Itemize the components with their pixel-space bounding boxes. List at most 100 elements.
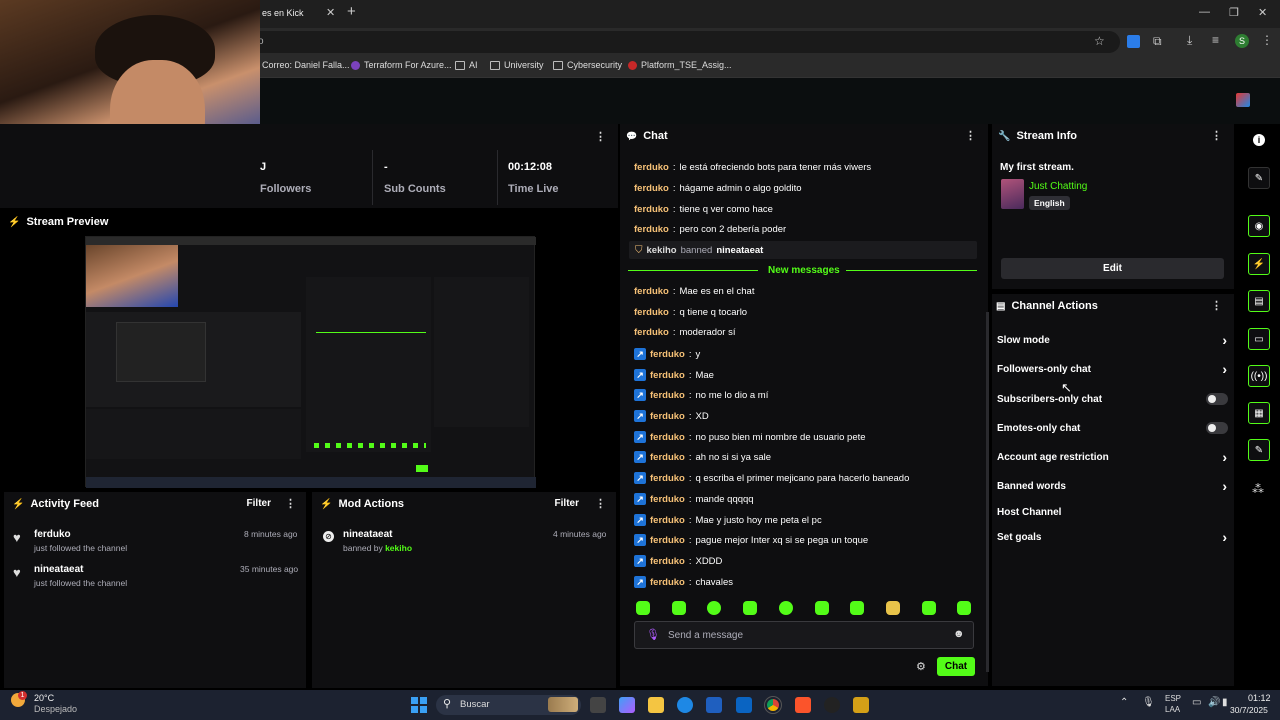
new-tab-button[interactable]: +	[347, 3, 356, 20]
download-icon[interactable]: ⤓	[1187, 33, 1192, 48]
chat-scrollbar[interactable]	[986, 312, 989, 672]
lightning-icon: ⚡	[8, 216, 21, 228]
outlook-icon[interactable]	[736, 697, 752, 713]
channel-actions-menu-icon[interactable]: ⋮	[1211, 299, 1222, 312]
bookmark-ai[interactable]: AI	[455, 60, 478, 70]
network-icon[interactable]: ▭	[1192, 697, 1201, 708]
bookmark-terraform[interactable]: Terraform For Azure...	[351, 60, 452, 70]
info-icon[interactable]: i	[1253, 134, 1265, 146]
activity-filter-button[interactable]: Filter	[247, 498, 271, 509]
camera-icon[interactable]: ◉	[1248, 215, 1270, 237]
platform-icon	[628, 60, 637, 70]
activity-menu-icon[interactable]: ⋮	[285, 497, 296, 510]
action-followers-only[interactable]: Followers-only chat ›	[997, 361, 1227, 377]
emote-icon[interactable]	[957, 601, 971, 615]
close-tab-icon[interactable]: ✕	[326, 6, 335, 19]
chat-message: ferduko: pero con 2 debería poder	[634, 224, 787, 235]
language-tag: English	[1029, 196, 1070, 210]
close-window-button[interactable]: ✕	[1258, 6, 1267, 19]
action-banned-words[interactable]: Banned words ›	[997, 478, 1227, 494]
extension-icon[interactable]	[1127, 35, 1140, 48]
activity-user[interactable]: nineataeat	[34, 564, 83, 575]
subscribers-only-toggle[interactable]	[1206, 393, 1228, 405]
mouse-cursor: ↖	[1061, 380, 1072, 395]
emote-icon[interactable]	[707, 601, 721, 615]
mod-menu-icon[interactable]: ⋮	[595, 497, 606, 510]
copilot-icon[interactable]	[619, 697, 635, 713]
emote-icon[interactable]	[850, 601, 864, 615]
search-icon: ⚲	[443, 698, 452, 710]
mod-action-user[interactable]: nineataeat	[343, 529, 392, 540]
clock-time[interactable]: 01:12	[1248, 693, 1271, 703]
user-avatar[interactable]	[1236, 93, 1250, 107]
minimize-button[interactable]: —	[1199, 6, 1210, 18]
emote-icon[interactable]	[886, 601, 900, 615]
volume-icon[interactable]: 🔊	[1208, 697, 1220, 708]
chevron-right-icon: ›	[1222, 478, 1227, 494]
mod-action-moderator[interactable]: kekiho	[385, 543, 412, 553]
stream-preview-video[interactable]	[85, 236, 536, 488]
followers-label: Followers	[260, 183, 312, 195]
bookmark-cybersecurity[interactable]: Cybersecurity	[553, 60, 622, 70]
action-account-age[interactable]: Account age restriction ›	[997, 449, 1227, 465]
edit-stream-button[interactable]: Edit	[1001, 258, 1224, 279]
store-icon[interactable]	[706, 697, 722, 713]
emoji-picker-icon[interactable]: ☻	[953, 628, 965, 640]
stream-info-menu-icon[interactable]: ⋮	[1211, 129, 1222, 142]
file-explorer-icon[interactable]	[648, 697, 664, 713]
windows-start-icon[interactable]	[411, 697, 427, 713]
chat-menu-icon[interactable]: ⋮	[965, 129, 976, 142]
lightning-icon: ⚡	[12, 498, 25, 510]
mod-filter-button[interactable]: Filter	[555, 498, 579, 509]
category-link[interactable]: Just Chatting	[1029, 181, 1087, 192]
bookmark-university[interactable]: University	[490, 60, 544, 70]
weather-temp[interactable]: 20°C	[34, 693, 54, 703]
app-icon[interactable]	[853, 697, 869, 713]
category-thumbnail[interactable]	[1001, 179, 1024, 209]
wrench-icon[interactable]: ✎	[1248, 439, 1270, 461]
bolt-icon[interactable]: ⚡	[1248, 253, 1270, 275]
url-input[interactable]	[240, 31, 1120, 53]
stats-menu-icon[interactable]: ⋮	[595, 130, 606, 143]
bookmark-star-icon[interactable]: ☆	[1094, 34, 1105, 48]
emote-icon[interactable]	[922, 601, 936, 615]
action-slow-mode[interactable]: Slow mode ›	[997, 332, 1227, 348]
battery-icon[interactable]: ▮	[1222, 697, 1228, 708]
microphone-icon[interactable]: 🎙	[646, 628, 660, 641]
language-top[interactable]: ESP	[1165, 694, 1181, 703]
media-control-icon[interactable]: ≡	[1212, 33, 1219, 47]
browser-menu-icon[interactable]: ⋮	[1261, 33, 1273, 47]
tray-mic-icon[interactable]: 🎙	[1142, 697, 1155, 708]
browser-tab-title[interactable]: es en Kick	[262, 8, 304, 18]
send-chat-button[interactable]: Chat	[937, 657, 975, 676]
edit-pencil-icon[interactable]: ✎	[1248, 167, 1270, 189]
extensions-puzzle-icon[interactable]: ⧉	[1153, 34, 1162, 49]
emote-icon[interactable]	[636, 601, 650, 615]
bookmark-correo[interactable]: Correo: Daniel Falla...	[262, 60, 350, 70]
emote-icon[interactable]	[779, 601, 793, 615]
brave-icon[interactable]	[795, 697, 811, 713]
clipboard-icon[interactable]: ▤	[1248, 290, 1270, 312]
action-set-goals[interactable]: Set goals ›	[997, 529, 1227, 545]
tray-chevron-icon[interactable]: ⌃	[1120, 697, 1128, 708]
activity-user[interactable]: ferduko	[34, 529, 71, 540]
emote-icon[interactable]	[672, 601, 686, 615]
obs-icon[interactable]	[824, 697, 840, 713]
chrome-icon[interactable]	[764, 696, 782, 714]
task-view-icon[interactable]	[590, 697, 606, 713]
more-apps-icon[interactable]: ⁂	[1252, 482, 1264, 496]
chat-settings-gear-icon[interactable]: ⚙	[916, 660, 926, 673]
action-subscribers-only: Subscribers-only chat	[997, 393, 1228, 405]
broadcast-icon[interactable]: ((•))	[1248, 365, 1270, 387]
action-emotes-only: Emotes-only chat	[997, 422, 1228, 434]
action-host-channel[interactable]: Host Channel	[997, 507, 1227, 518]
maximize-button[interactable]: ❐	[1229, 6, 1239, 19]
emote-icon[interactable]	[743, 601, 757, 615]
layout-icon[interactable]: ▦	[1248, 402, 1270, 424]
profile-avatar[interactable]: S	[1235, 34, 1249, 48]
bookmark-platform[interactable]: Platform_TSE_Assig...	[628, 60, 732, 70]
emotes-only-toggle[interactable]	[1206, 422, 1228, 434]
edge-icon[interactable]	[677, 697, 693, 713]
emote-icon[interactable]	[815, 601, 829, 615]
chat-bubble-icon[interactable]: ▭	[1248, 328, 1270, 350]
